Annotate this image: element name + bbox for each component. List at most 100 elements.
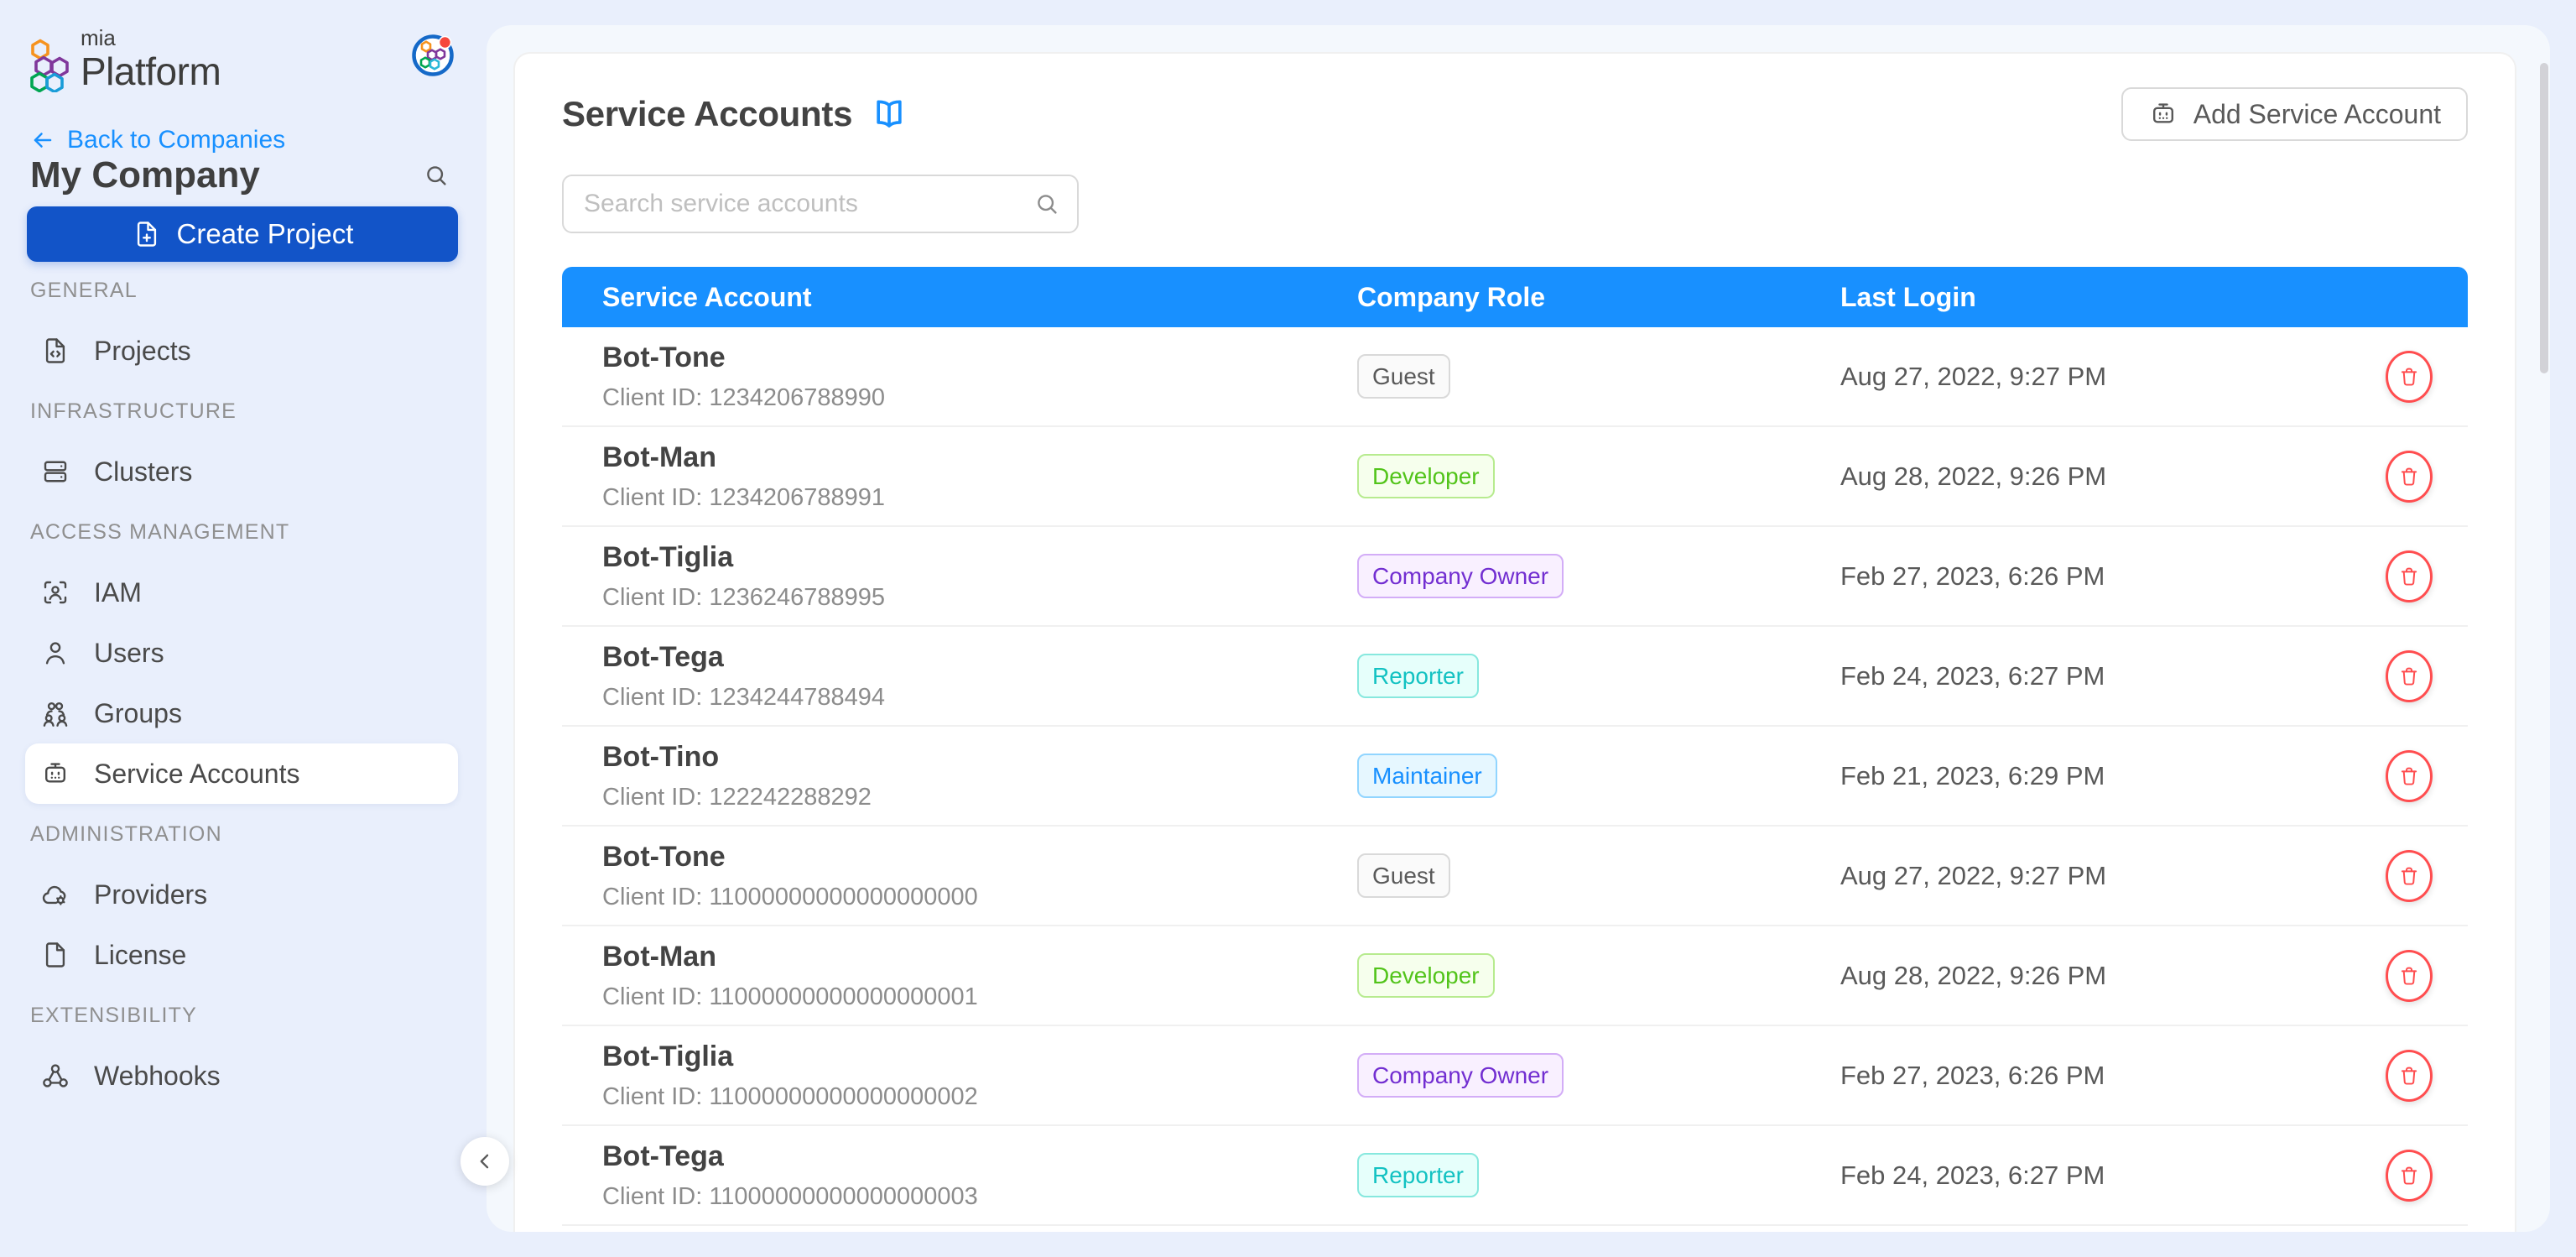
table-row: Bot-Man Client ID: 11000000000000000001 … xyxy=(562,926,2468,1026)
trash-icon xyxy=(2397,964,2421,988)
company-role-badge: Maintainer xyxy=(1357,754,1497,799)
brand-mia: mia xyxy=(81,27,221,49)
table-row: Bot-Tiglia Client ID: 110000000000000000… xyxy=(562,1026,2468,1126)
service-account-name: Bot-Man xyxy=(602,941,1357,973)
company-role-badge: Developer xyxy=(1357,454,1495,499)
sidebar-item-service-accounts[interactable]: Service Accounts xyxy=(25,743,458,804)
sidebar-collapse-button[interactable] xyxy=(461,1137,509,1186)
sidebar-item-iam[interactable]: IAM xyxy=(25,562,458,623)
client-id-prefix: Client ID: xyxy=(602,1083,709,1110)
sidebar-section: EXTENSIBILITY Webhooks xyxy=(0,985,475,1106)
client-id-prefix: Client ID: xyxy=(602,983,709,1010)
client-id: Client ID: 11000000000000000003 xyxy=(602,1183,1357,1211)
sidebar-section: GENERAL Projects xyxy=(0,260,475,381)
client-id-value: 1234244788494 xyxy=(709,684,885,711)
service-account-name: Bot-Tega xyxy=(602,1140,1357,1173)
back-to-companies-link[interactable]: Back to Companies xyxy=(30,126,285,154)
search-service-accounts-input[interactable] xyxy=(562,175,1079,233)
workspace-avatar[interactable] xyxy=(411,34,455,77)
sidebar-header: mia Platform xyxy=(30,27,455,92)
last-login: Feb 27, 2023, 6:26 PM xyxy=(1840,561,2350,592)
service-account-name: Bot-Tino xyxy=(602,741,1357,774)
company-name: My Company xyxy=(30,154,260,196)
last-login: Aug 28, 2022, 9:26 PM xyxy=(1840,462,2350,492)
client-id-prefix: Client ID: xyxy=(602,1183,709,1210)
title-wrap: Service Accounts xyxy=(562,94,908,134)
last-login: Aug 27, 2022, 9:27 PM xyxy=(1840,362,2350,392)
sidebar: mia Platform xyxy=(0,0,475,1257)
client-id-value: 11000000000000000001 xyxy=(709,983,977,1010)
service-accounts-table: Service Account Company Role Last Login … xyxy=(562,267,2468,1226)
client-id-prefix: Client ID: xyxy=(602,384,709,411)
server-icon xyxy=(40,456,70,487)
client-id-value: 11000000000000000003 xyxy=(709,1183,977,1210)
client-id-value: 122242288292 xyxy=(709,784,872,811)
brand-text: mia Platform xyxy=(81,27,221,92)
sidebar-item-groups[interactable]: Groups xyxy=(25,683,458,743)
client-id-value: 1234206788991 xyxy=(709,484,885,511)
sidebar-item-clusters[interactable]: Clusters xyxy=(25,441,458,502)
scrollbar-thumb[interactable] xyxy=(2540,63,2548,373)
search-icon[interactable] xyxy=(1033,190,1060,217)
delete-service-account-button[interactable] xyxy=(2386,850,2433,902)
delete-service-account-button[interactable] xyxy=(2386,351,2433,403)
client-id: Client ID: 1236246788995 xyxy=(602,584,1357,612)
sidebar-item-license[interactable]: License xyxy=(25,925,458,985)
client-id-prefix: Client ID: xyxy=(602,784,709,811)
delete-service-account-button[interactable] xyxy=(2386,1150,2433,1202)
client-id: Client ID: 122242288292 xyxy=(602,784,1357,811)
user-scan-icon xyxy=(40,577,70,608)
webhook-icon xyxy=(40,1061,70,1091)
last-login: Feb 21, 2023, 6:29 PM xyxy=(1840,761,2350,791)
service-account-name: Bot-Man xyxy=(602,441,1357,474)
sidebar-item-providers[interactable]: Providers xyxy=(25,864,458,925)
delete-service-account-button[interactable] xyxy=(2386,950,2433,1002)
add-service-account-label: Add Service Account xyxy=(2194,99,2441,130)
trash-icon xyxy=(2397,864,2421,888)
company-role-badge: Guest xyxy=(1357,853,1450,899)
chevron-left-icon xyxy=(473,1150,497,1173)
file-plus-icon xyxy=(132,219,162,249)
table-row: Bot-Man Client ID: 1234206788991 Develop… xyxy=(562,427,2468,527)
trash-icon xyxy=(2397,465,2421,488)
back-link-label: Back to Companies xyxy=(67,126,285,154)
column-header-service-account: Service Account xyxy=(562,282,1357,313)
column-header-company-role: Company Role xyxy=(1357,282,1840,313)
service-account-name: Bot-Tiglia xyxy=(602,541,1357,574)
company-role-badge: Company Owner xyxy=(1357,1053,1564,1098)
trash-icon xyxy=(2397,1064,2421,1087)
last-login: Feb 24, 2023, 6:27 PM xyxy=(1840,661,2350,691)
card-header: Service Accounts Add xyxy=(562,87,2468,141)
sidebar-item-users[interactable]: Users xyxy=(25,623,458,683)
add-service-account-button[interactable]: Add Service Account xyxy=(2121,87,2468,141)
service-account-name: Bot-Tone xyxy=(602,841,1357,874)
trash-icon xyxy=(2397,365,2421,389)
sidebar-section-label: GENERAL xyxy=(0,260,475,321)
trash-icon xyxy=(2397,1164,2421,1187)
client-id: Client ID: 11000000000000000000 xyxy=(602,884,1357,911)
delete-service-account-button[interactable] xyxy=(2386,550,2433,602)
last-login: Aug 28, 2022, 9:26 PM xyxy=(1840,961,2350,991)
company-role-badge: Reporter xyxy=(1357,654,1479,699)
user-icon xyxy=(40,638,70,668)
company-role-badge: Company Owner xyxy=(1357,554,1564,599)
create-project-button[interactable]: Create Project xyxy=(27,206,458,262)
delete-service-account-button[interactable] xyxy=(2386,451,2433,503)
file-code-icon xyxy=(40,336,70,366)
book-open-icon[interactable] xyxy=(871,96,908,133)
last-login: Aug 27, 2022, 9:27 PM xyxy=(1840,861,2350,891)
mia-platform-logo: mia Platform xyxy=(30,27,221,92)
delete-service-account-button[interactable] xyxy=(2386,650,2433,702)
sidebar-item-webhooks[interactable]: Webhooks xyxy=(25,1046,458,1106)
delete-service-account-button[interactable] xyxy=(2386,750,2433,802)
client-id-prefix: Client ID: xyxy=(602,584,709,611)
arrow-left-icon xyxy=(30,128,55,153)
cloud-gear-icon xyxy=(40,879,70,910)
sidebar-item-projects[interactable]: Projects xyxy=(25,321,458,381)
users-group-icon xyxy=(40,698,70,728)
service-account-name: Bot-Tone xyxy=(602,342,1357,374)
sidebar-section-label: ADMINISTRATION xyxy=(0,804,475,864)
delete-service-account-button[interactable] xyxy=(2386,1050,2433,1102)
search-icon[interactable] xyxy=(423,162,450,189)
trash-icon xyxy=(2397,665,2421,688)
